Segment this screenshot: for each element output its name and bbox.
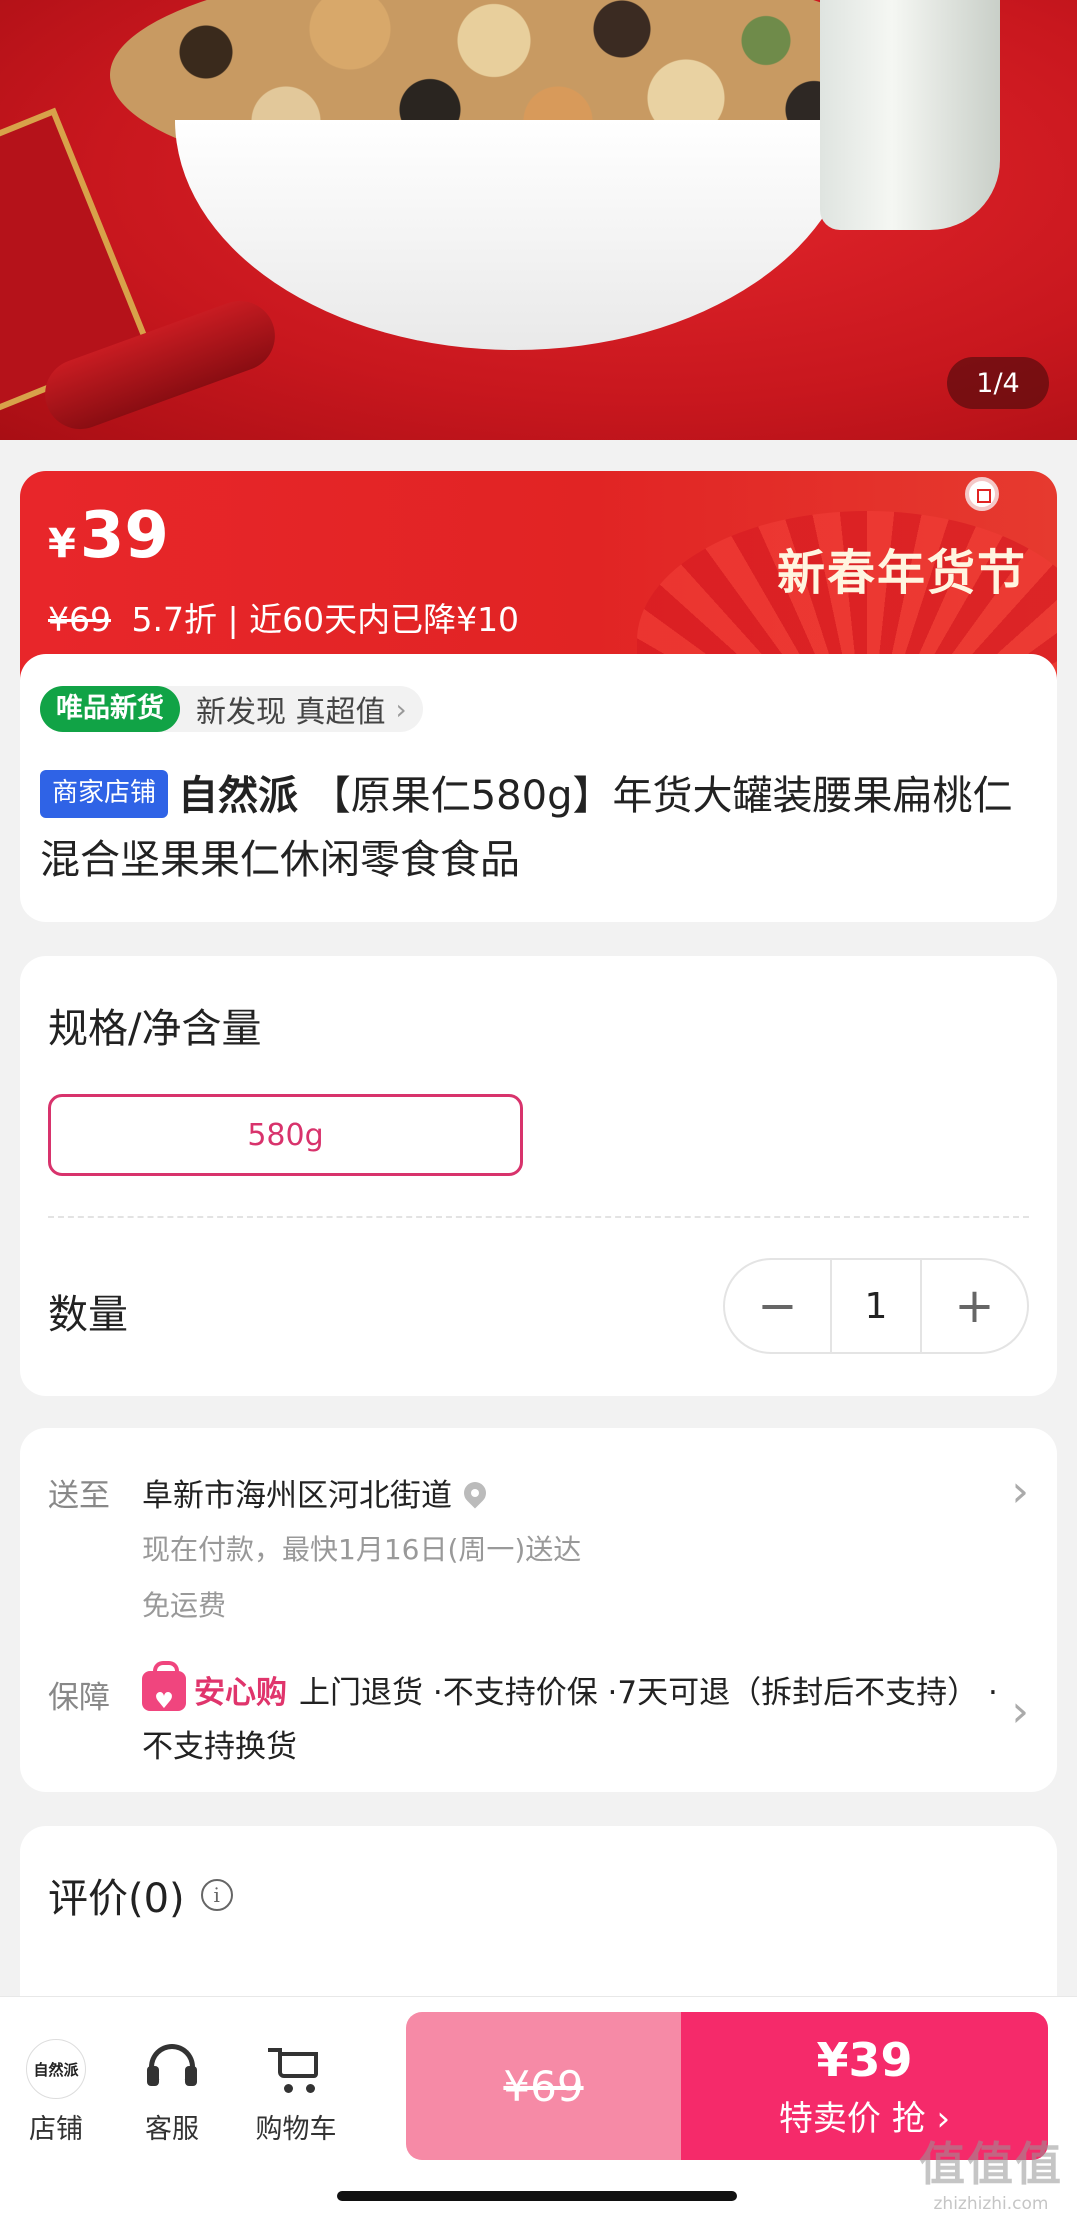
shop-tab[interactable]: 自然派 店铺: [6, 2039, 106, 2146]
original-price-button[interactable]: ¥69: [406, 2012, 681, 2160]
watermark-logo: 值值值: [919, 2137, 1063, 2191]
bowl-image: [175, 120, 855, 350]
jar-image: [820, 0, 1000, 230]
product-info-card: 唯品新货 新发现 真超值 › 商家店铺 自然派 【原果仁580g】年货大罐装腰果扁…: [20, 654, 1057, 922]
address-row[interactable]: 阜新市海州区河北街道: [142, 1470, 491, 1515]
guarantee-chevron-icon[interactable]: ›: [1011, 1686, 1029, 1737]
spec-card: 规格/净含量 580g 数量 − 1 +: [20, 956, 1057, 1396]
cart-icon: [268, 2044, 324, 2094]
shipping-fee: 免运费: [142, 1589, 227, 1622]
review-title: 评价(0): [48, 1876, 185, 1922]
current-price: ¥ 39: [48, 499, 169, 573]
product-image-carousel[interactable]: 1/4: [0, 0, 1077, 440]
ship-to-label: 送至: [48, 1478, 110, 1514]
product-title: 商家店铺 自然派 【原果仁580g】年货大罐装腰果扁桃仁混合坚果果仁休闲零食食品: [40, 764, 1040, 892]
guarantee-row[interactable]: 安心购上门退货 ·不支持价保 ·7天可退（拆封后不支持） ·不支持换货: [142, 1661, 1002, 1774]
quantity-label: 数量: [48, 1292, 128, 1338]
info-icon[interactable]: i: [200, 1879, 233, 1911]
coin-icon: [965, 477, 999, 511]
brand-name: 自然派: [178, 773, 299, 819]
shopping-bag-icon: [142, 1661, 186, 1729]
decrease-button[interactable]: −: [725, 1260, 830, 1352]
original-price: ¥69: [48, 600, 111, 639]
location-pin-icon: [459, 1476, 491, 1509]
watermark: 值值值 zhizhizhi.com: [919, 2128, 1063, 2214]
guarantee-label: 保障: [48, 1680, 110, 1716]
service-tab-label: 客服: [145, 2114, 199, 2145]
chevron-right-icon: ›: [395, 692, 407, 726]
shop-type-tag: 商家店铺: [40, 770, 169, 818]
discount-info: 5.7折 | 近60天内已降¥10: [131, 600, 520, 639]
festival-label: 新春年货节: [776, 545, 1027, 601]
home-indicator[interactable]: [337, 2191, 737, 2201]
price-subline: ¥69 5.7折 | 近60天内已降¥10: [48, 593, 519, 641]
cart-tab-label: 购物车: [255, 2114, 337, 2145]
spec-title: 规格/净含量: [48, 1006, 262, 1052]
address-chevron-icon[interactable]: ›: [1011, 1466, 1029, 1517]
cart-tab[interactable]: 购物车: [246, 2039, 346, 2146]
bottom-action-bar: 自然派 店铺 客服 购物车 ¥69 ¥39 特卖价 抢 ›: [0, 1996, 1077, 2217]
address-text: 阜新市海州区河北街道: [142, 1478, 452, 1514]
currency-symbol: ¥: [48, 521, 76, 567]
quantity-stepper: − 1 +: [723, 1258, 1029, 1354]
quantity-value[interactable]: 1: [830, 1260, 922, 1352]
delivery-card: 送至 阜新市海州区河北街道 现在付款，最快1月16日(周一)送达 免运费 › 保…: [20, 1428, 1057, 1792]
price-banner: ¥ 39 ¥69 5.7折 | 近60天内已降¥10 新春年货节: [20, 471, 1057, 681]
delivery-eta: 现在付款，最快1月16日(周一)送达: [142, 1533, 582, 1566]
guarantee-brand: 安心购: [194, 1675, 287, 1711]
divider: [48, 1216, 1029, 1218]
image-counter: 1/4: [947, 357, 1049, 409]
new-product-text: 新发现 真超值: [196, 695, 386, 730]
price-value: 39: [79, 499, 169, 573]
review-section[interactable]: 评价(0) i: [48, 1866, 233, 1924]
shop-tab-label: 店铺: [29, 2114, 83, 2145]
shop-logo: 自然派: [26, 2039, 86, 2099]
new-product-chip[interactable]: 唯品新货 新发现 真超值 ›: [40, 686, 423, 732]
spec-option-580g[interactable]: 580g: [48, 1094, 523, 1176]
service-tab[interactable]: 客服: [122, 2039, 222, 2146]
headset-icon: [147, 2044, 197, 2094]
increase-button[interactable]: +: [922, 1260, 1027, 1352]
buy-now-price: ¥39: [816, 2032, 913, 2087]
new-product-tag: 唯品新货: [40, 686, 180, 732]
watermark-domain: zhizhizhi.com: [933, 2194, 1049, 2214]
